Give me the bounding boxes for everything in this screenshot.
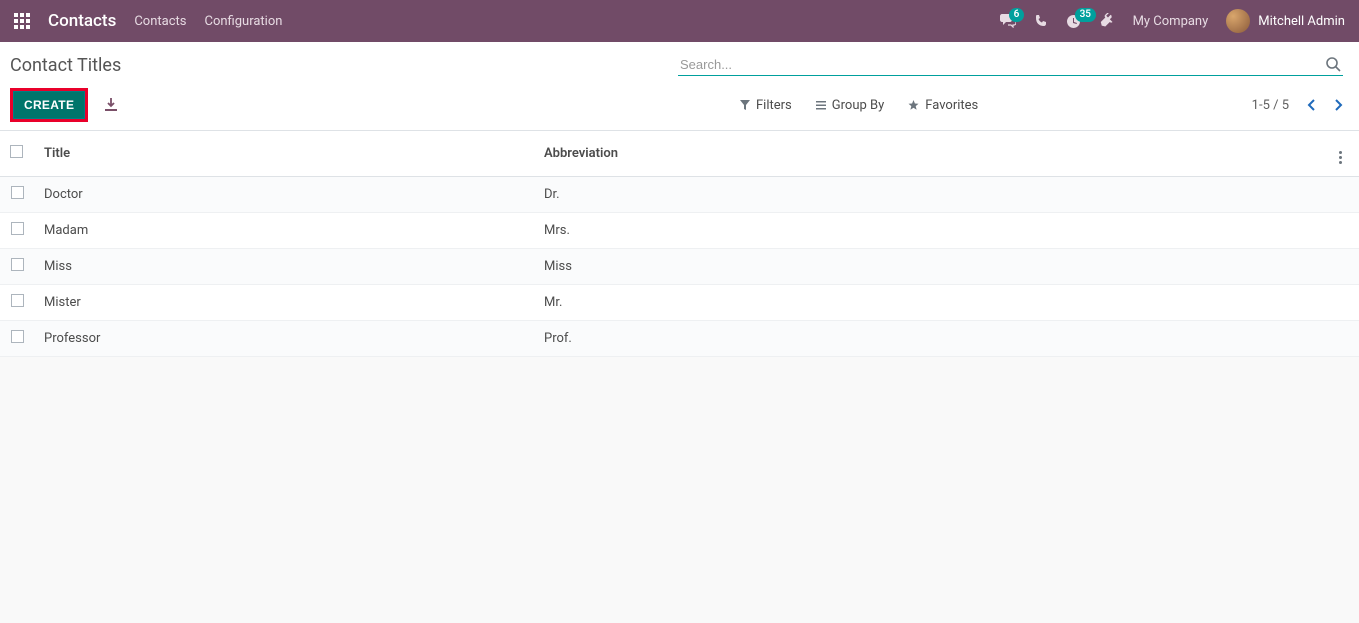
row-title: Mister (34, 285, 534, 321)
pager-text[interactable]: 1-5 / 5 (1252, 98, 1289, 113)
row-title: Madam (34, 213, 534, 249)
filters-menu[interactable]: Filters (740, 98, 792, 113)
table-row[interactable]: DoctorDr. (0, 177, 1359, 213)
table-row[interactable]: MadamMrs. (0, 213, 1359, 249)
export-button[interactable] (98, 94, 124, 116)
pager-prev[interactable] (1307, 98, 1316, 112)
company-switcher[interactable]: My Company (1133, 14, 1209, 29)
list-icon (816, 100, 826, 110)
create-button[interactable]: CREATE (13, 91, 85, 119)
star-icon (908, 100, 919, 111)
phone-icon[interactable] (1034, 14, 1048, 28)
row-title: Doctor (34, 177, 534, 213)
row-checkbox[interactable] (11, 258, 24, 271)
row-checkbox[interactable] (11, 186, 24, 199)
row-checkbox[interactable] (11, 294, 24, 307)
app-brand[interactable]: Contacts (48, 11, 116, 31)
user-menu[interactable]: Mitchell Admin (1226, 9, 1345, 33)
nav-link-configuration[interactable]: Configuration (204, 14, 282, 29)
filters-label: Filters (756, 98, 792, 113)
messaging-icon[interactable]: 6 (1000, 14, 1016, 28)
row-title: Professor (34, 321, 534, 357)
row-abbr: Miss (534, 249, 1329, 285)
list-view: Title Abbreviation DoctorDr.MadamMrs.Mis… (0, 131, 1359, 357)
column-header-title[interactable]: Title (34, 131, 534, 177)
row-checkbox[interactable] (11, 222, 24, 235)
avatar-icon (1226, 9, 1250, 33)
select-all-checkbox[interactable] (10, 145, 23, 158)
control-panel: Contact Titles CREATE Filters (0, 42, 1359, 131)
row-abbr: Prof. (534, 321, 1329, 357)
create-button-highlight: CREATE (10, 88, 88, 122)
groupby-menu[interactable]: Group By (816, 98, 885, 113)
favorites-menu[interactable]: Favorites (908, 98, 978, 113)
columns-options-icon[interactable] (1339, 151, 1342, 164)
groupby-label: Group By (832, 98, 885, 113)
row-checkbox[interactable] (11, 330, 24, 343)
nav-left: Contacts Contacts Configuration (14, 11, 282, 31)
row-title: Miss (34, 249, 534, 285)
row-abbr: Mrs. (534, 213, 1329, 249)
nav-link-contacts[interactable]: Contacts (134, 14, 186, 29)
activity-badge: 35 (1075, 8, 1096, 22)
nav-right: 6 35 My Company Mitchell Admin (1000, 9, 1345, 33)
pager-next[interactable] (1334, 98, 1343, 112)
table-row[interactable]: MisterMr. (0, 285, 1359, 321)
user-name: Mitchell Admin (1258, 14, 1345, 29)
search-icon[interactable] (1326, 57, 1341, 72)
search-input[interactable] (680, 57, 1326, 72)
row-abbr: Mr. (534, 285, 1329, 321)
column-header-abbr[interactable]: Abbreviation (534, 131, 1329, 177)
top-navbar: Contacts Contacts Configuration 6 35 My … (0, 0, 1359, 42)
debug-icon[interactable] (1099, 13, 1115, 29)
table-row[interactable]: ProfessorProf. (0, 321, 1359, 357)
row-abbr: Dr. (534, 177, 1329, 213)
funnel-icon (740, 100, 750, 110)
favorites-label: Favorites (925, 98, 978, 113)
breadcrumb: Contact Titles (10, 55, 121, 76)
messaging-badge: 6 (1009, 8, 1025, 22)
table-row[interactable]: MissMiss (0, 249, 1359, 285)
activity-icon[interactable]: 35 (1066, 14, 1081, 29)
search-bar[interactable] (678, 54, 1343, 76)
apps-icon[interactable] (14, 13, 30, 29)
